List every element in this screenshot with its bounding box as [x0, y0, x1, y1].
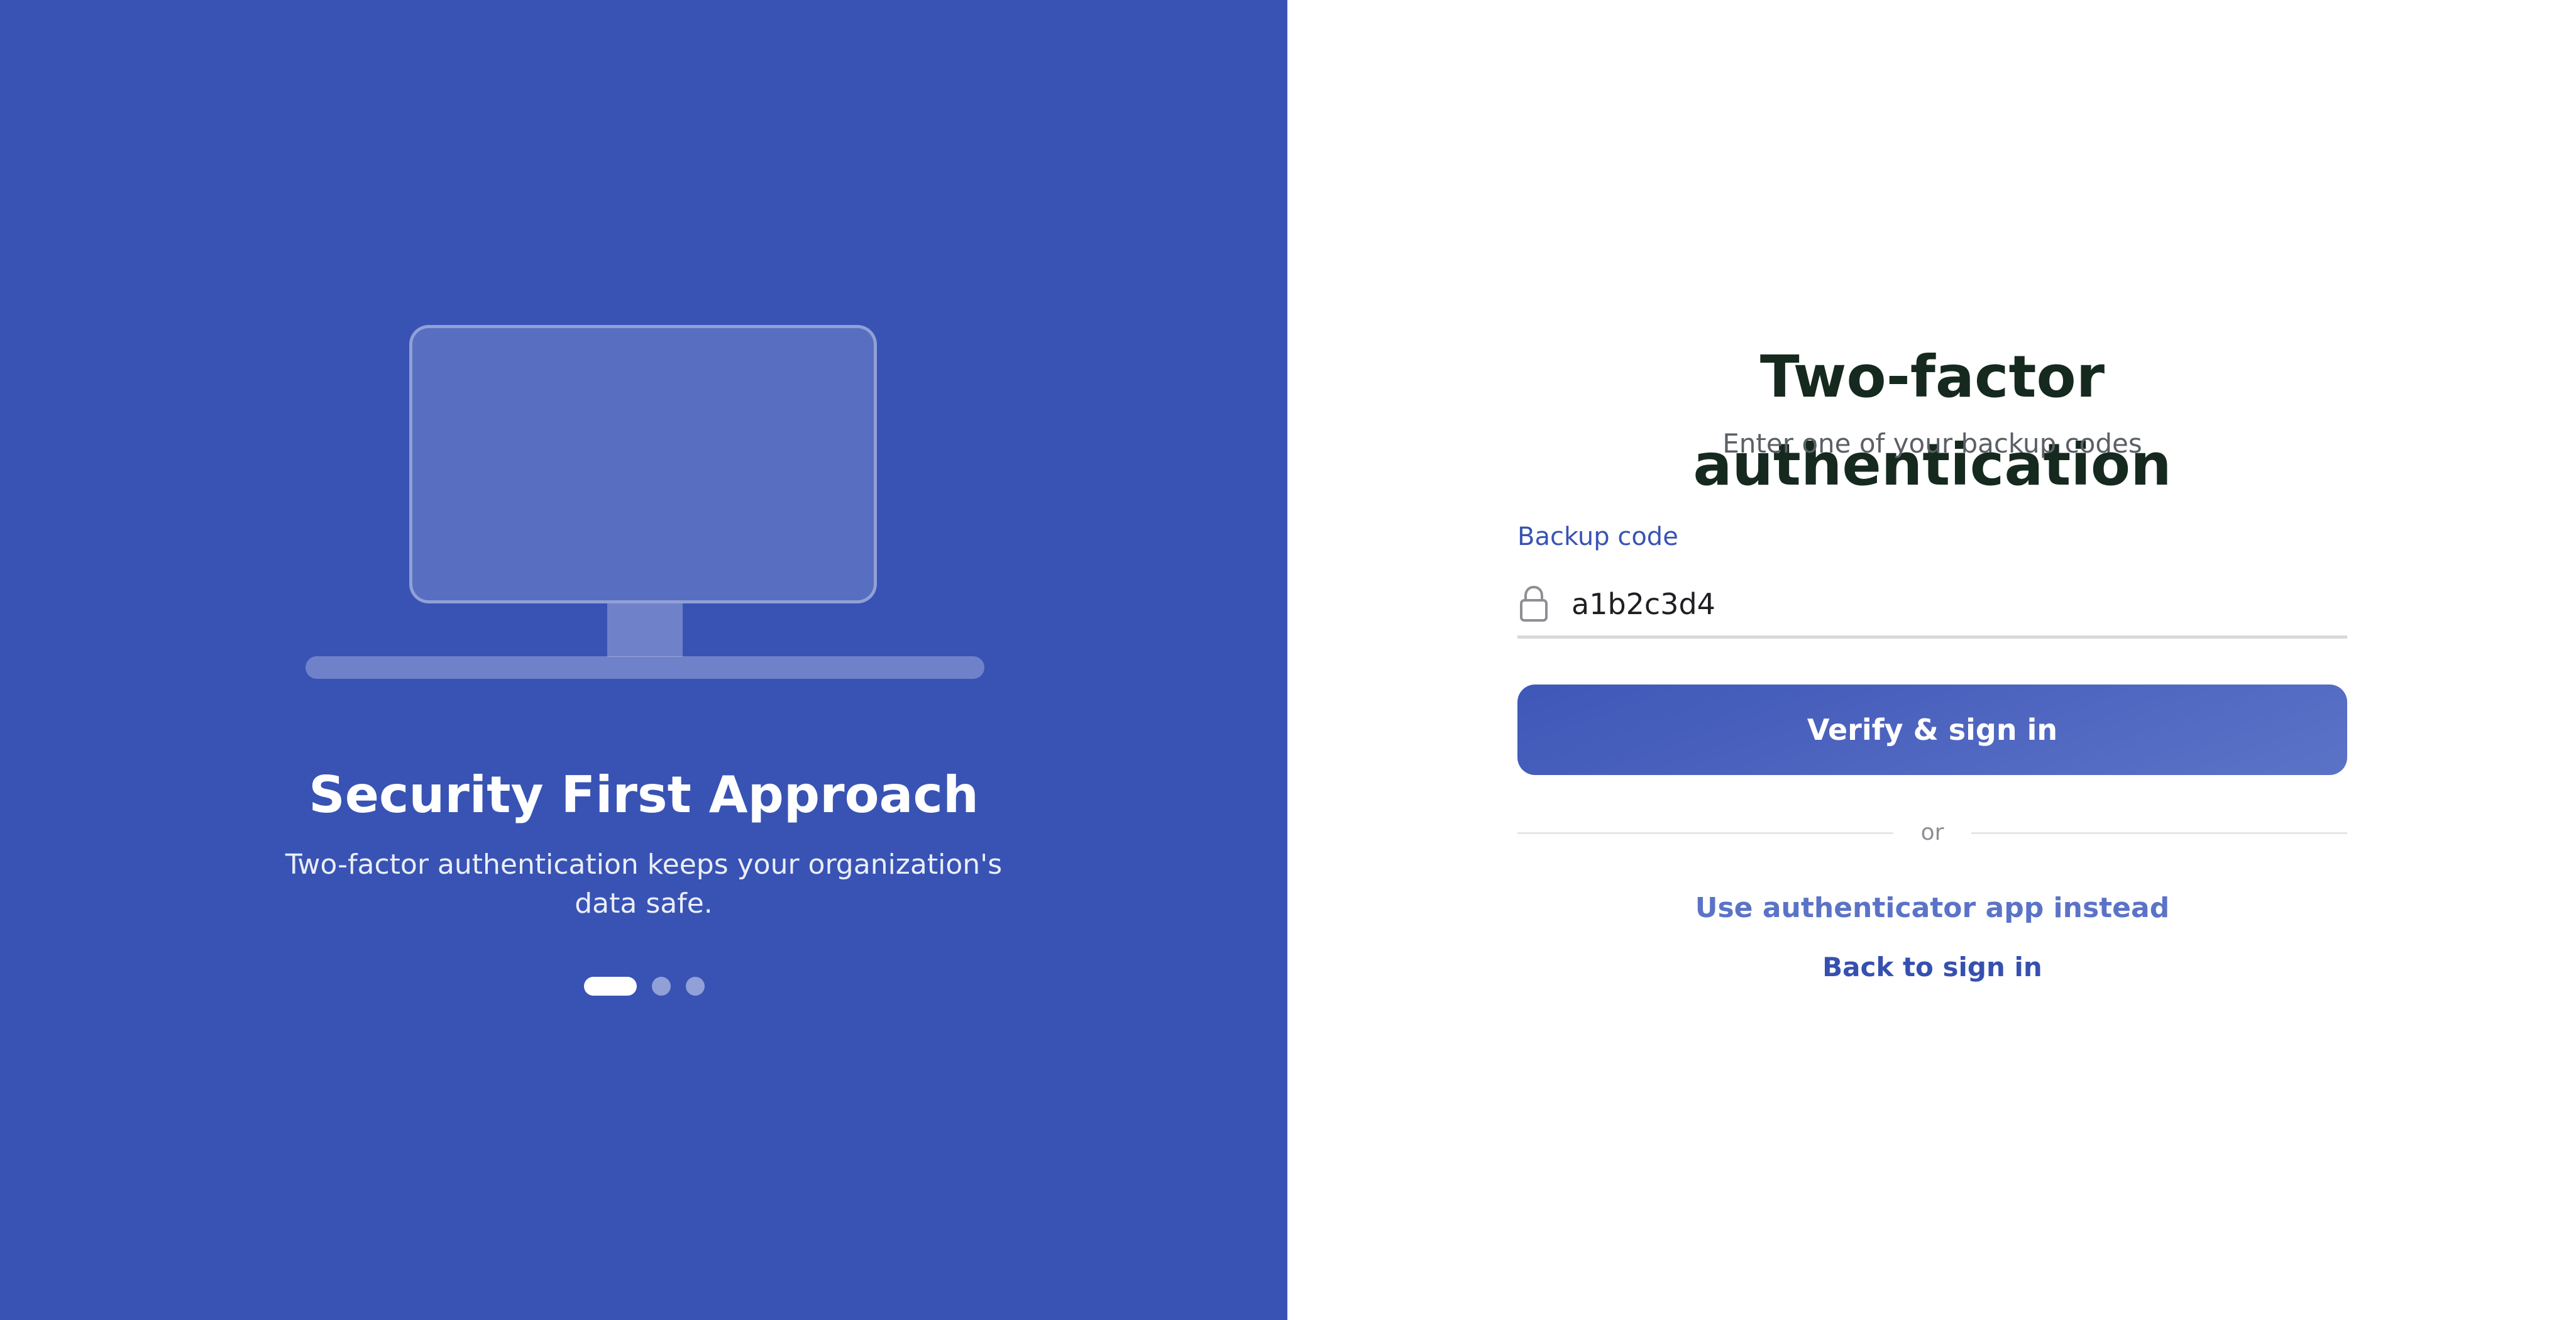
monitor-icon [0, 0, 1287, 691]
monitor-stand [607, 603, 683, 657]
lock-icon [1520, 585, 1548, 622]
backup-code-label: Backup code [1517, 522, 1678, 551]
carousel-dot-3[interactable] [686, 977, 705, 996]
two-factor-page: Security First Approach Two-factor authe… [0, 0, 2576, 1320]
or-divider: or [1517, 817, 2348, 849]
promo-description: Two-factor authentication keeps your org… [285, 849, 1003, 920]
page-subtitle: Enter one of your backup codes [1722, 428, 2142, 459]
backup-code-field [1517, 572, 2347, 639]
monitor-screen [409, 325, 877, 603]
divider-line-left [1517, 832, 1893, 834]
page-title: Two-factor authentication [1693, 343, 2172, 498]
verify-sign-in-button[interactable]: Verify & sign in [1517, 685, 2347, 775]
use-authenticator-app-link[interactable]: Use authenticator app instead [1517, 888, 2347, 929]
monitor-base [305, 656, 984, 679]
backup-code-input[interactable] [1571, 575, 2313, 632]
form-panel: Two-factor authentication Enter one of y… [1287, 0, 2576, 1320]
backup-code-form: Two-factor authentication Enter one of y… [1517, 0, 2348, 1320]
carousel-dot-2[interactable] [652, 977, 671, 996]
promo-title: Security First Approach [309, 766, 979, 824]
back-to-sign-in-link[interactable]: Back to sign in [1517, 948, 2347, 987]
divider-line-right [1971, 832, 2348, 834]
promo-panel: Security First Approach Two-factor authe… [0, 0, 1287, 1320]
divider-text: or [1920, 820, 1944, 845]
carousel-indicators [584, 976, 705, 996]
carousel-dot-1[interactable] [584, 977, 637, 996]
